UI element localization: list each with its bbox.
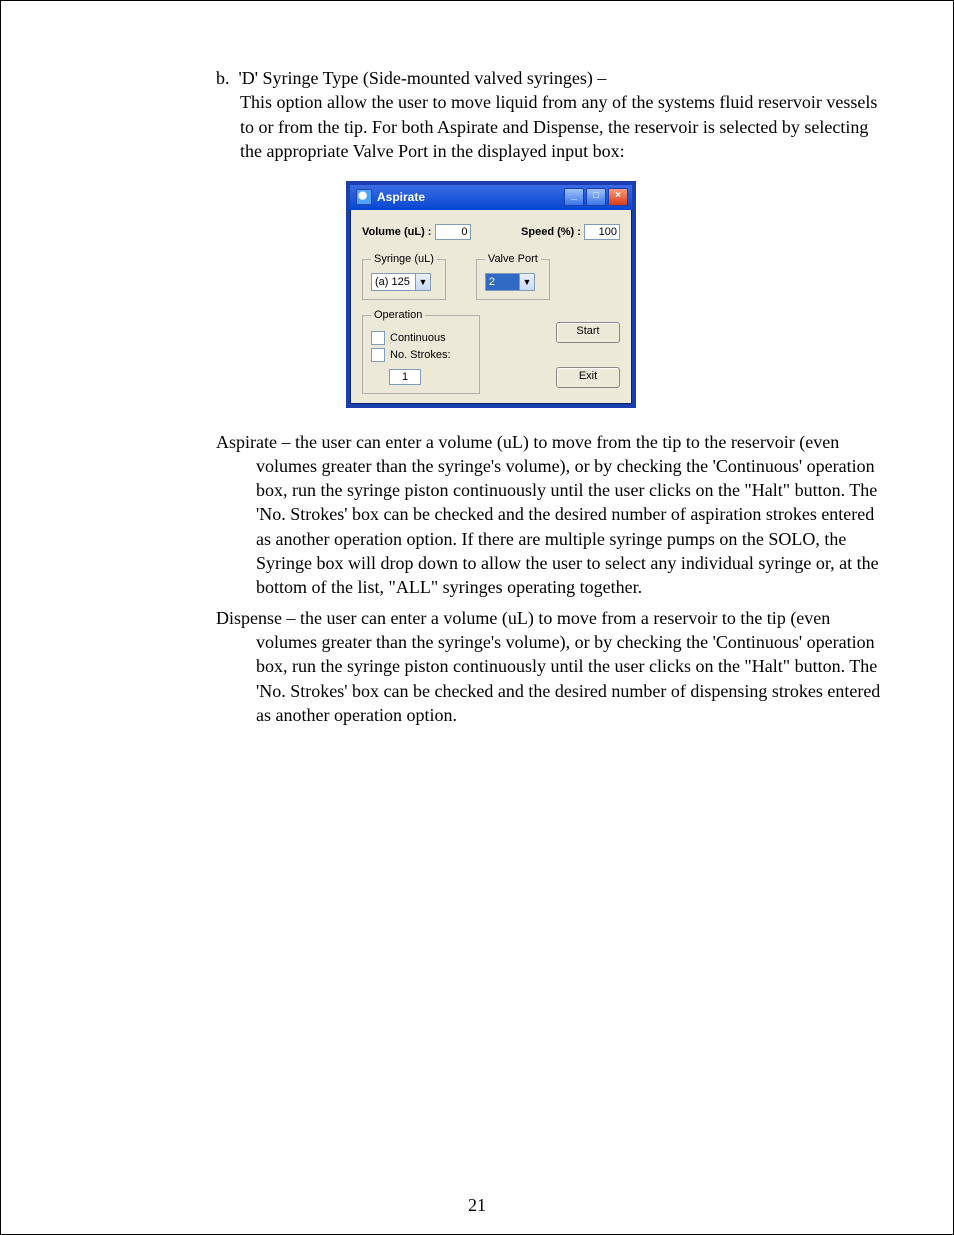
aspirate-dialog: Aspirate _ □ × Volume (uL) : 0: [346, 181, 636, 407]
speed-input[interactable]: 100: [584, 224, 620, 240]
nostrokes-row[interactable]: No. Strokes:: [371, 348, 471, 363]
syringe-groupbox: Syringe (uL) (a) 125 ▼: [362, 252, 446, 300]
nostrokes-checkbox[interactable]: [371, 348, 385, 362]
valveport-groupbox: Valve Port 2 ▼: [476, 252, 550, 300]
volume-field-group: Volume (uL) : 0: [362, 224, 471, 240]
dialog-body: Volume (uL) : 0 Speed (%) : 100 Syringe …: [350, 210, 632, 403]
continuous-row[interactable]: Continuous: [371, 331, 471, 346]
speed-field-group: Speed (%) : 100: [521, 224, 620, 240]
page-content: b. 'D' Syringe Type (Side-mounted valved…: [216, 66, 893, 727]
dispense-paragraph: Dispense – the user can enter a volume (…: [216, 606, 893, 727]
syringe-dropdown[interactable]: (a) 125 ▼: [371, 273, 431, 291]
start-button[interactable]: Start: [556, 322, 620, 343]
continuous-checkbox[interactable]: [371, 331, 385, 345]
dispense-text: Dispense – the user can enter a volume (…: [216, 606, 893, 727]
app-icon: [356, 189, 372, 205]
speed-label: Speed (%) :: [521, 226, 581, 238]
chevron-down-icon: ▼: [415, 274, 430, 290]
page-number: 21: [1, 1195, 953, 1216]
nostrokes-label: No. Strokes:: [390, 348, 451, 363]
chevron-down-icon: ▼: [519, 274, 534, 290]
close-button[interactable]: ×: [608, 188, 628, 206]
valveport-value: 2: [486, 274, 519, 290]
title-bar[interactable]: Aspirate _ □ ×: [350, 185, 632, 210]
window-title: Aspirate: [377, 189, 425, 205]
minimize-button[interactable]: _: [564, 188, 584, 206]
valveport-dropdown[interactable]: 2 ▼: [485, 273, 535, 291]
aspirate-dialog-figure: Aspirate _ □ × Volume (uL) : 0: [346, 181, 636, 407]
volume-label: Volume (uL) :: [362, 226, 431, 238]
nostrokes-input[interactable]: 1: [389, 369, 421, 385]
syringe-value: (a) 125: [372, 274, 415, 290]
operation-legend: Operation: [371, 308, 425, 323]
list-heading: 'D' Syringe Type (Side-mounted valved sy…: [239, 68, 607, 88]
maximize-button[interactable]: □: [586, 188, 606, 206]
document-page: b. 'D' Syringe Type (Side-mounted valved…: [0, 0, 954, 1235]
aspirate-paragraph: Aspirate – the user can enter a volume (…: [216, 430, 893, 600]
volume-input[interactable]: 0: [435, 224, 471, 240]
operation-groupbox: Operation Continuous No. Strokes: 1: [362, 308, 480, 394]
aspirate-text: Aspirate – the user can enter a volume (…: [216, 430, 893, 600]
continuous-label: Continuous: [390, 331, 446, 346]
valveport-legend: Valve Port: [485, 252, 541, 267]
intro-paragraph: This option allow the user to move liqui…: [216, 90, 893, 163]
exit-button[interactable]: Exit: [556, 367, 620, 388]
list-item-b: b. 'D' Syringe Type (Side-mounted valved…: [216, 66, 893, 90]
syringe-legend: Syringe (uL): [371, 252, 437, 267]
list-letter: b.: [216, 68, 230, 88]
